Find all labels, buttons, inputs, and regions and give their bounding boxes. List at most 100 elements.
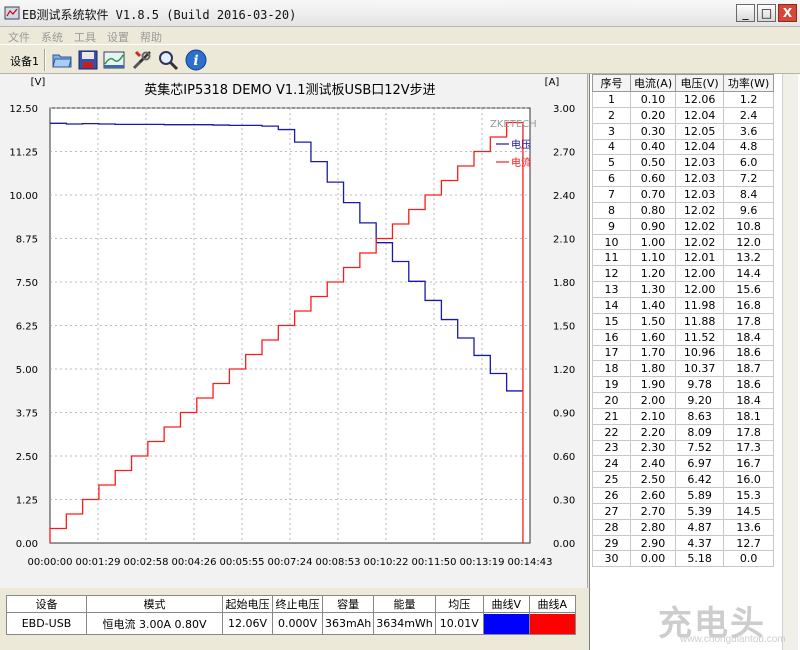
table-row[interactable]: 23 2.30 7.52 17.3 <box>592 439 775 457</box>
search-icon[interactable] <box>156 48 180 72</box>
cell-seq: 17 <box>592 344 631 362</box>
y-left-tick-label: 11.25 <box>9 148 38 159</box>
table-row[interactable]: 10 1.00 12.02 12.0 <box>592 233 775 251</box>
table-row[interactable]: 12 1.20 12.00 14.4 <box>592 265 775 283</box>
table-row[interactable]: 4 0.40 12.04 4.8 <box>592 138 775 156</box>
cell-seq: 16 <box>592 328 631 346</box>
y-right-tick-label: 3.00 <box>553 104 575 115</box>
table-row[interactable]: 9 0.90 12.02 10.8 <box>592 217 775 235</box>
table-row[interactable]: 29 2.90 4.37 12.7 <box>592 534 775 552</box>
device-selector[interactable]: 设备1 <box>10 53 39 69</box>
table-row[interactable]: 6 0.60 12.03 7.2 <box>592 170 775 188</box>
header-power[interactable]: 功率(W) <box>723 74 775 92</box>
cell-power: 16.0 <box>723 471 775 489</box>
table-row[interactable]: 22 2.20 8.09 17.8 <box>592 423 775 441</box>
curve-v-swatch[interactable] <box>483 613 529 634</box>
cell-voltage: 12.03 <box>675 154 725 172</box>
cell-current: 2.20 <box>629 423 677 441</box>
cell-power: 13.2 <box>723 249 775 267</box>
save-icon[interactable] <box>76 48 100 72</box>
cell-current: 0.40 <box>629 138 677 156</box>
table-row[interactable]: 5 0.50 12.03 6.0 <box>592 154 775 172</box>
y-right-tick-label: 0.60 <box>553 452 575 463</box>
cell-power: 1.2 <box>723 91 775 108</box>
table-body: 1 0.10 12.06 1.2 2 0.20 12.04 2.4 3 0.30 12.05 3.6 4… <box>592 91 775 568</box>
cell-voltage: 4.37 <box>675 534 725 552</box>
table-row[interactable]: 19 1.90 9.78 18.6 <box>592 376 775 394</box>
summary-avg-voltage: 10.01V <box>434 612 484 635</box>
watermark-url: www.chongdiantou.com <box>680 634 786 645</box>
table-row[interactable]: 16 1.60 11.52 18.4 <box>592 328 775 346</box>
curve-a-swatch[interactable] <box>529 613 575 634</box>
menu-system[interactable]: 系统 <box>41 29 63 45</box>
table-row[interactable]: 17 1.70 10.96 18.6 <box>592 344 775 362</box>
cell-voltage: 11.88 <box>675 312 725 330</box>
menu-settings[interactable]: 设置 <box>107 29 129 45</box>
cell-power: 14.4 <box>723 265 775 283</box>
table-row[interactable]: 24 2.40 6.97 16.7 <box>592 455 775 473</box>
summary-table: 设备 模式 起始电压 终止电压 容量 能量 均压 曲线V 曲线A EBD-USB… <box>6 595 576 635</box>
minimize-button[interactable]: _ <box>736 4 755 22</box>
cell-power: 7.2 <box>723 170 775 188</box>
table-row[interactable]: 8 0.80 12.02 9.6 <box>592 201 775 219</box>
y-right-tick-label: 1.20 <box>553 365 575 376</box>
menu-file[interactable]: 文件 <box>8 29 30 45</box>
cell-seq: 9 <box>592 217 631 235</box>
table-row[interactable]: 21 2.10 8.63 18.1 <box>592 407 775 425</box>
cell-current: 0.10 <box>629 91 677 108</box>
summary-header-curve-a: 曲线A <box>528 595 576 613</box>
cell-power: 18.7 <box>723 360 775 378</box>
menu-help[interactable]: 帮助 <box>140 29 162 45</box>
table-scrollbar[interactable] <box>782 74 798 650</box>
cell-current: 1.90 <box>629 376 677 394</box>
info-icon[interactable]: i <box>184 48 208 72</box>
maximize-button[interactable]: □ <box>757 4 776 22</box>
close-button[interactable]: X <box>778 4 797 22</box>
table-row[interactable]: 2 0.20 12.04 2.4 <box>592 106 775 124</box>
table-row[interactable]: 3 0.30 12.05 3.6 <box>592 122 775 140</box>
cell-voltage: 4.87 <box>675 518 725 536</box>
curve-v-color-cell[interactable] <box>482 612 530 635</box>
table-row[interactable]: 15 1.50 11.88 17.8 <box>592 312 775 330</box>
header-voltage[interactable]: 电压(V) <box>675 74 725 92</box>
chart-view-icon[interactable] <box>102 48 126 72</box>
tools-icon[interactable] <box>130 48 154 72</box>
cell-current: 2.70 <box>629 502 677 520</box>
header-current[interactable]: 电流(A) <box>629 74 677 92</box>
x-tick-label: 00:07:24 <box>268 557 313 568</box>
cell-current: 1.40 <box>629 296 677 314</box>
x-tick-label: 00:01:29 <box>76 557 121 568</box>
table-row[interactable]: 1 0.10 12.06 1.2 <box>592 91 775 108</box>
table-row[interactable]: 11 1.10 12.01 13.2 <box>592 249 775 267</box>
table-row[interactable]: 13 1.30 12.00 15.6 <box>592 281 775 298</box>
table-row[interactable]: 18 1.80 10.37 18.7 <box>592 360 775 378</box>
curve-a-color-cell[interactable] <box>528 612 576 635</box>
table-row[interactable]: 30 0.00 5.18 0.0 <box>592 550 775 568</box>
cell-power: 12.0 <box>723 233 775 251</box>
cell-seq: 30 <box>592 550 631 568</box>
cell-current: 1.70 <box>629 344 677 362</box>
table-row[interactable]: 25 2.50 6.42 16.0 <box>592 471 775 489</box>
header-seq[interactable]: 序号 <box>592 74 631 92</box>
menu-tools[interactable]: 工具 <box>74 29 96 45</box>
data-table: 序号 电流(A) 电压(V) 功率(W) 1 0.10 12.06 1.2 2 0.20 1… <box>592 74 775 568</box>
x-tick-label: 00:10:22 <box>364 557 409 568</box>
cell-seq: 13 <box>592 281 631 298</box>
table-row[interactable]: 14 1.40 11.98 16.8 <box>592 296 775 314</box>
y-left-tick-label: 8.75 <box>16 235 38 246</box>
cell-seq: 12 <box>592 265 631 283</box>
cell-seq: 22 <box>592 423 631 441</box>
table-row[interactable]: 27 2.70 5.39 14.5 <box>592 502 775 520</box>
open-folder-icon[interactable] <box>50 48 74 72</box>
table-row[interactable]: 26 2.60 5.89 15.3 <box>592 487 775 504</box>
cell-power: 17.8 <box>723 423 775 441</box>
cell-current: 0.20 <box>629 106 677 124</box>
cell-voltage: 8.09 <box>675 423 725 441</box>
table-row[interactable]: 28 2.80 4.87 13.6 <box>592 518 775 536</box>
table-row[interactable]: 20 2.00 9.20 18.4 <box>592 392 775 409</box>
table-row[interactable]: 7 0.70 12.03 8.4 <box>592 186 775 203</box>
summary-header-device: 设备 <box>6 595 87 613</box>
y-left-tick-label: 10.00 <box>9 191 38 202</box>
cell-voltage: 10.96 <box>675 344 725 362</box>
cell-current: 2.00 <box>629 392 677 409</box>
